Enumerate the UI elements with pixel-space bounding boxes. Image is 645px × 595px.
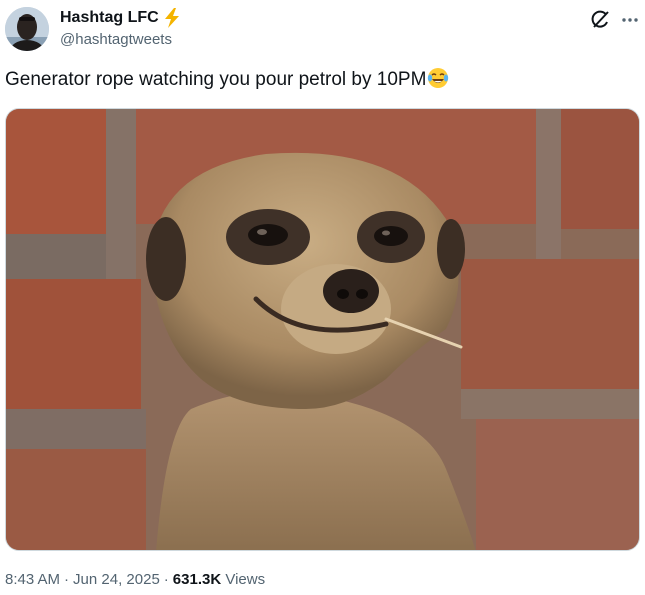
lightning-bolt-icon (163, 8, 181, 28)
tweet-meta: 8:43 AM · Jun 24, 2025 · 631.3K Views (5, 571, 265, 588)
meerkat-photo (6, 109, 639, 550)
tweet-time[interactable]: 8:43 AM (5, 571, 60, 588)
author-name-row[interactable]: Hashtag LFC (60, 7, 181, 29)
meta-separator: · (64, 571, 70, 588)
author-handle[interactable]: @hashtagtweets (60, 31, 172, 48)
tweet-text: Generator rope watching you pour petrol … (5, 66, 449, 94)
more-options-icon[interactable] (619, 9, 641, 31)
tweet-text-content: Generator rope watching you pour petrol … (5, 69, 427, 90)
views-count: 631.3K (172, 571, 222, 588)
face-with-tears-of-joy-icon (427, 67, 449, 89)
avatar[interactable] (5, 7, 49, 51)
tweet-media-photo[interactable] (5, 108, 640, 551)
avatar-image (5, 7, 49, 51)
views-label: Views (225, 571, 266, 588)
tweet-date[interactable]: Jun 24, 2025 (73, 571, 160, 588)
tweet-header: Hashtag LFC @hashtagtweets (0, 0, 645, 60)
grok-icon[interactable] (589, 9, 611, 31)
meta-separator: · (163, 571, 169, 588)
author-display-name[interactable]: Hashtag LFC (60, 9, 159, 27)
